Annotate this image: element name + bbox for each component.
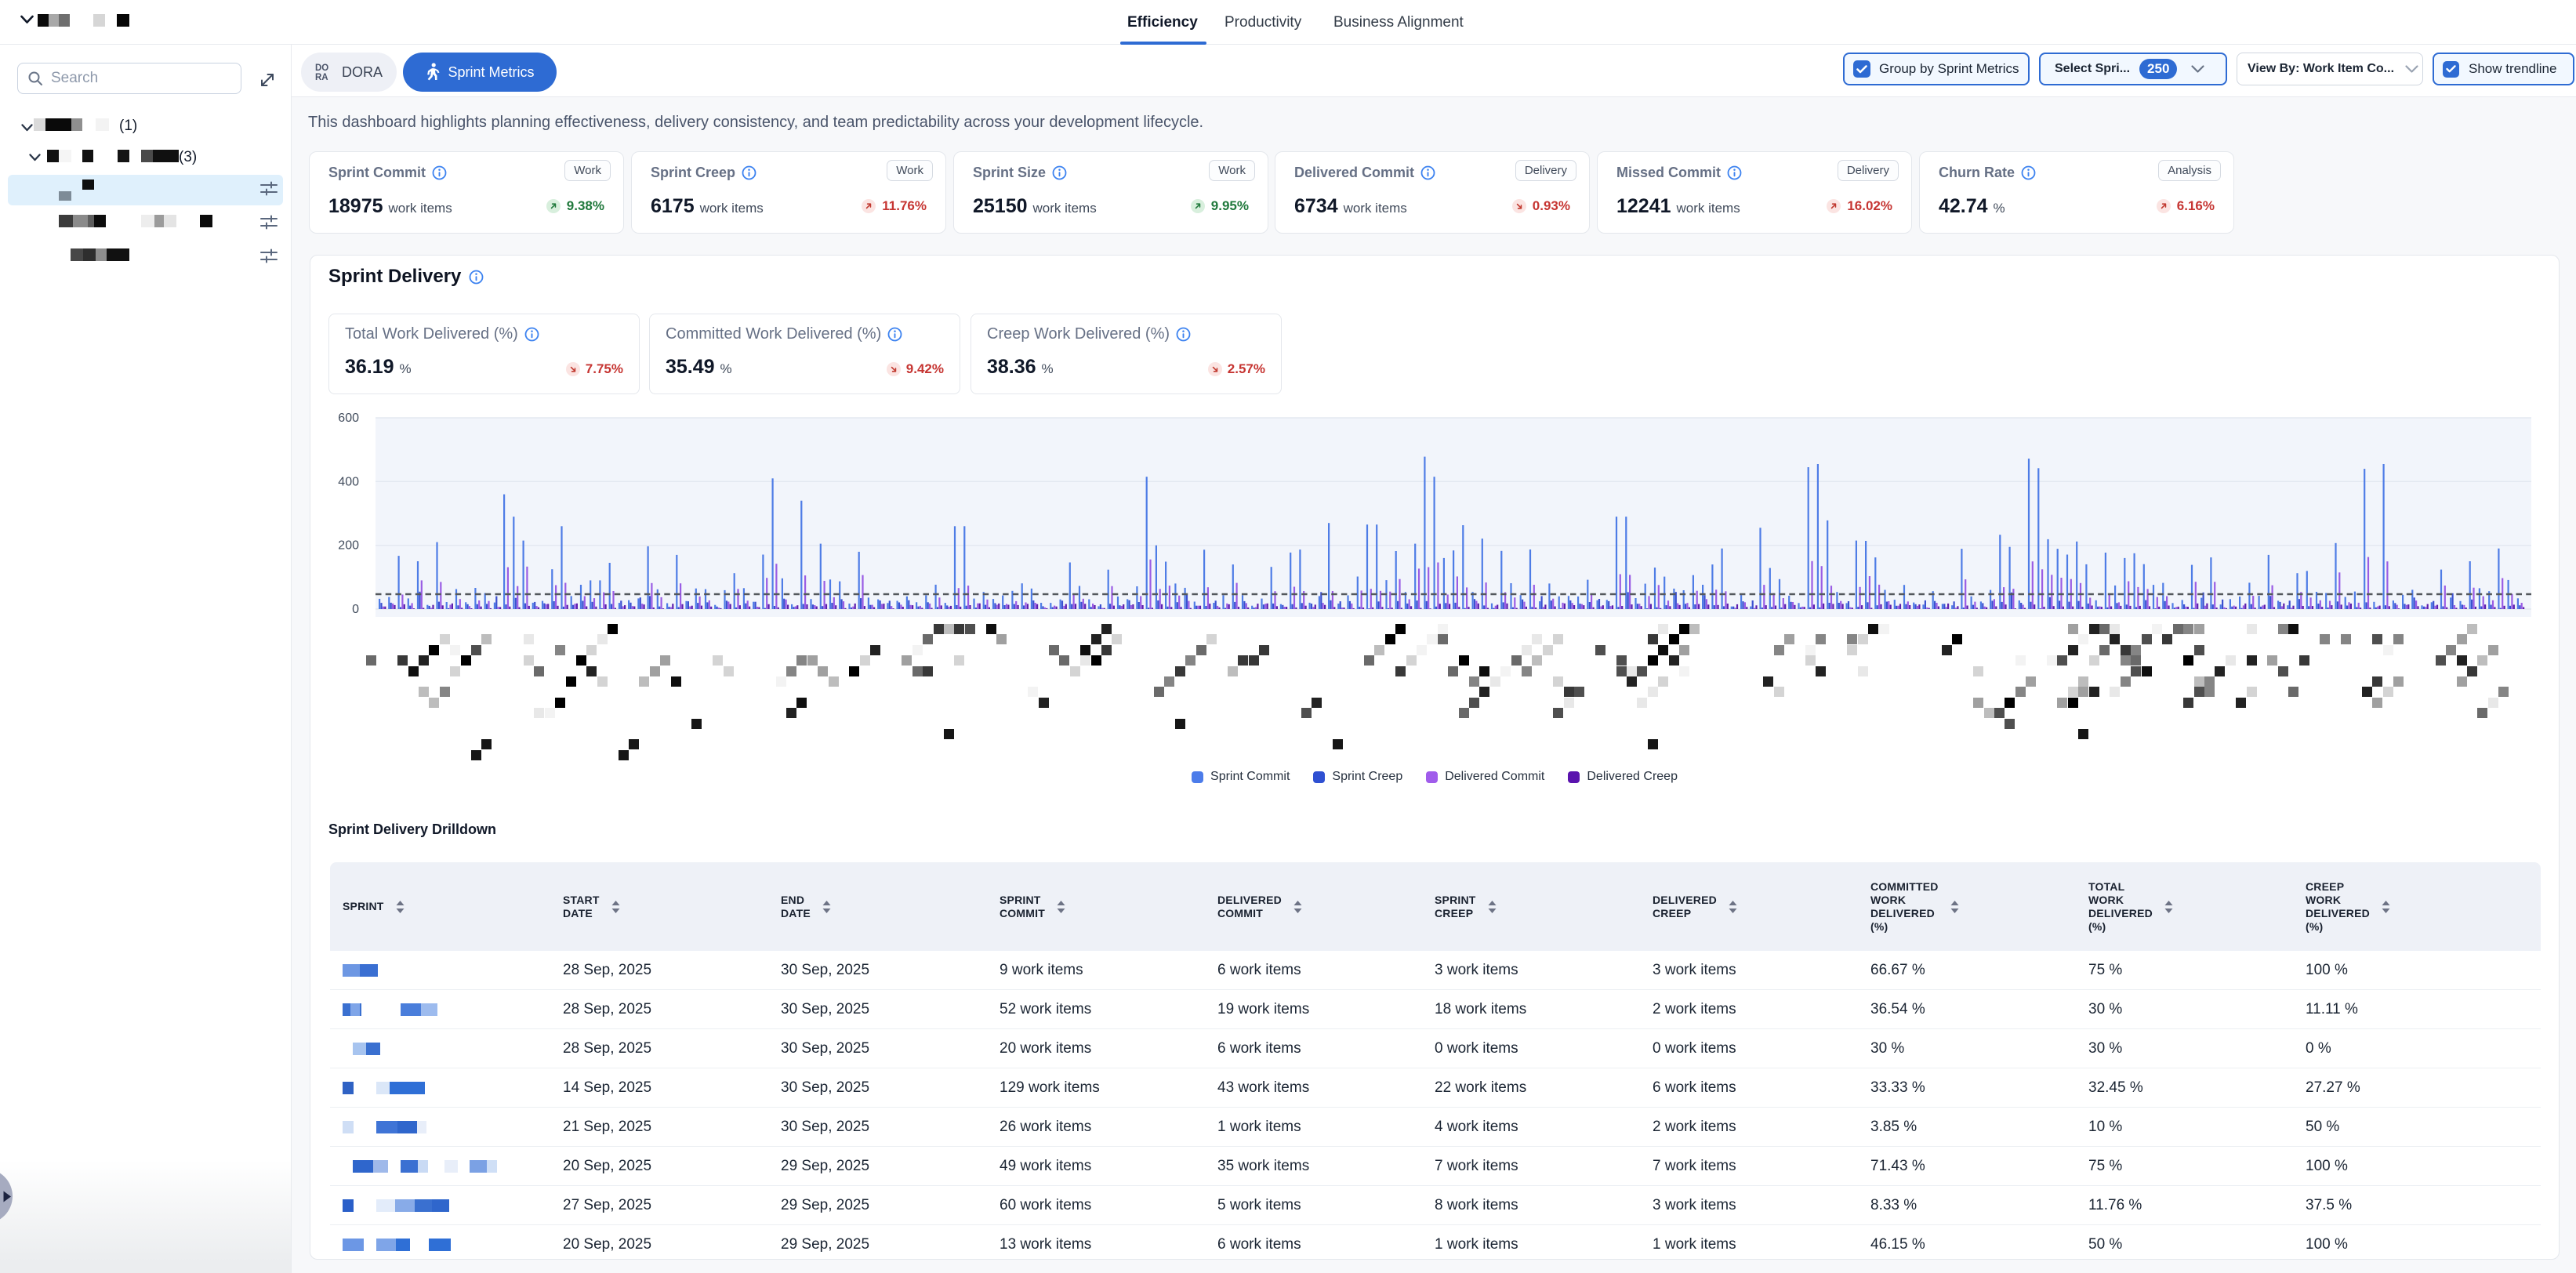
svg-text:400: 400 xyxy=(338,475,359,488)
svg-text:DO: DO xyxy=(315,63,328,73)
svg-text:200: 200 xyxy=(338,539,359,553)
svg-text:600: 600 xyxy=(338,412,359,425)
svg-text:RA: RA xyxy=(315,73,328,82)
svg-text:0: 0 xyxy=(352,603,359,616)
